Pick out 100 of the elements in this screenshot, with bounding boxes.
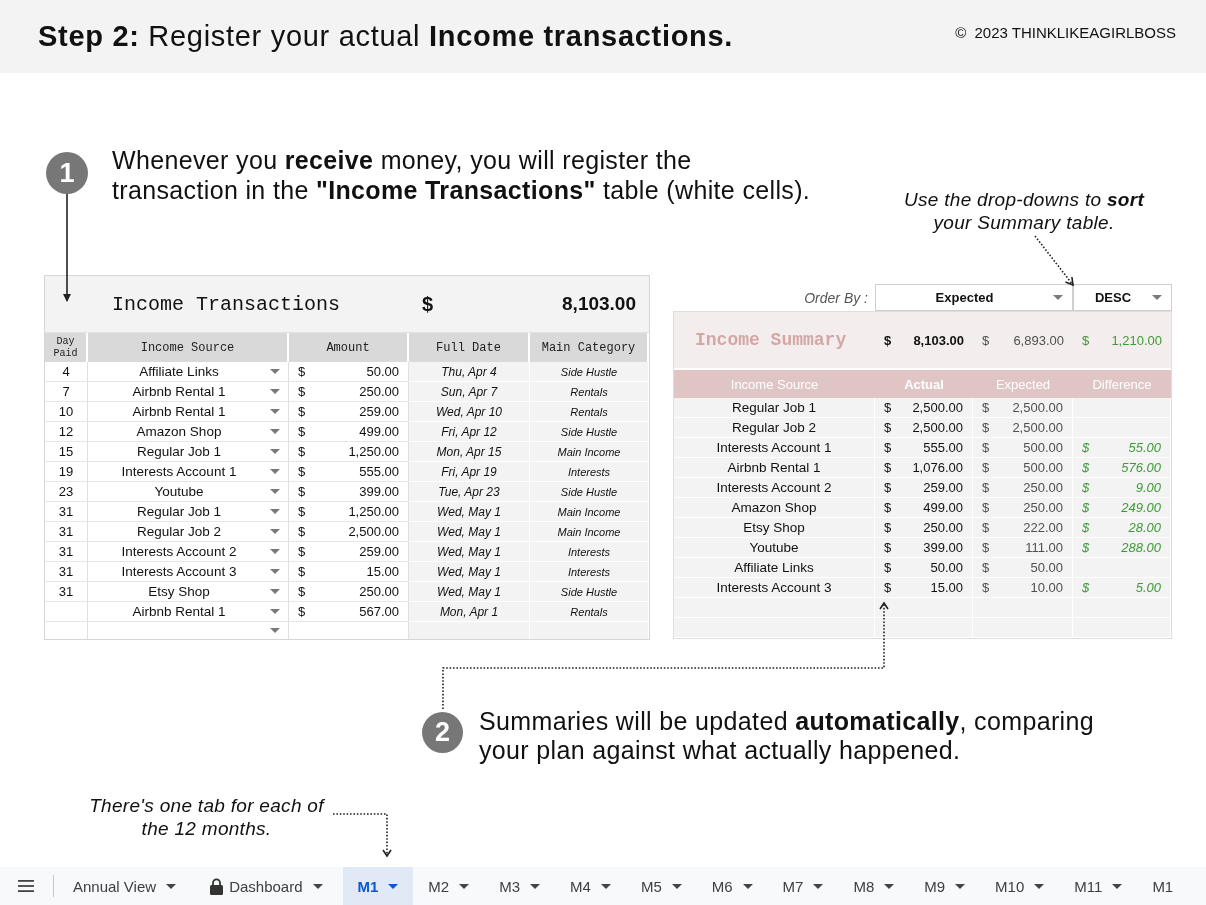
caret-icon[interactable]	[270, 409, 280, 414]
caret-icon[interactable]	[1152, 295, 1162, 300]
table-cell: Tue, Apr 23	[409, 482, 530, 502]
source-dropdown[interactable]: Amazon Shop	[88, 422, 289, 442]
currency-symbol: $	[298, 444, 306, 459]
source-dropdown[interactable]: Etsy Shop	[88, 582, 289, 602]
sheet-tab[interactable]: M1	[1137, 867, 1189, 905]
column-header: Amount	[289, 333, 409, 362]
caret-icon[interactable]	[270, 569, 280, 574]
table-cell: 15	[45, 442, 88, 462]
amount-value: 555.00	[359, 464, 399, 479]
table-cell: Main Income	[530, 442, 649, 462]
sort-order-dropdown[interactable]: DESC	[1073, 284, 1172, 311]
caret-icon[interactable]	[270, 489, 280, 494]
caret-icon[interactable]	[671, 883, 682, 889]
source-dropdown[interactable]: Airbnb Rental 1	[88, 382, 289, 402]
source-dropdown[interactable]: Regular Job 2	[88, 522, 289, 542]
sheet-tab[interactable]: Dashboard	[196, 867, 343, 905]
caret-icon[interactable]	[388, 883, 399, 889]
sheet-tab[interactable]: M2	[413, 867, 485, 905]
table-cell: 4	[45, 362, 88, 382]
sheet-tab[interactable]: Annual View	[60, 867, 197, 905]
sheet-tab[interactable]: M4	[555, 867, 626, 905]
caret-icon[interactable]	[270, 549, 280, 554]
table-cell: Wed, May 1	[409, 582, 530, 602]
currency-symbol: $	[298, 584, 306, 599]
amount-value: 15.00	[930, 580, 963, 595]
caret-icon[interactable]	[1053, 295, 1063, 300]
amount-value: 500.00	[1023, 440, 1063, 455]
caret-icon[interactable]	[270, 529, 280, 534]
caret-icon[interactable]	[1034, 883, 1045, 889]
caret-icon[interactable]	[270, 389, 280, 394]
currency-symbol: $	[298, 564, 306, 579]
currency-symbol: $	[298, 384, 306, 399]
caret-icon[interactable]	[270, 509, 280, 514]
currency-symbol: $	[298, 424, 306, 439]
sort-field-dropdown[interactable]: Expected	[875, 284, 1073, 311]
source-dropdown[interactable]: Interests Account 2	[88, 542, 289, 562]
amount-value: 2,500.00	[1012, 400, 1063, 415]
table-cell: Side Hustle	[530, 482, 649, 502]
caret-icon[interactable]	[270, 589, 280, 594]
source-dropdown[interactable]: Interests Account 3	[88, 562, 289, 582]
sheet-tab[interactable]: M8	[838, 867, 910, 905]
table-cell: Rentals	[530, 382, 649, 402]
caret-icon[interactable]	[742, 883, 753, 889]
page-title: Step 2: Register your actual Income transactions.	[38, 20, 734, 53]
caret-icon[interactable]	[813, 883, 824, 889]
caret-icon[interactable]	[884, 883, 895, 889]
source-dropdown[interactable]: Regular Job 1	[88, 442, 289, 462]
source-dropdown[interactable]: Affiliate Links	[88, 362, 289, 382]
amount-value: 55.00	[1128, 440, 1161, 455]
caret-icon[interactable]	[270, 469, 280, 474]
table-cell: Affiliate Links	[674, 558, 875, 578]
sheet-tab[interactable]: M11	[1059, 867, 1138, 905]
caret-icon[interactable]	[600, 883, 611, 889]
currency-symbol: $	[884, 580, 892, 595]
sheet-tab[interactable]: M10	[980, 867, 1060, 905]
caret-icon[interactable]	[166, 883, 177, 889]
sheet-tab[interactable]: M5	[625, 867, 697, 905]
sheet-tab[interactable]: M1	[342, 867, 414, 905]
caret-icon[interactable]	[1112, 883, 1123, 889]
source-dropdown[interactable]: Regular Job 1	[88, 502, 289, 522]
sheet-tab[interactable]: M7	[767, 867, 839, 905]
currency-symbol: $	[884, 440, 892, 455]
table-cell: Wed, May 1	[409, 542, 530, 562]
caret-icon[interactable]	[270, 628, 280, 633]
caret-icon[interactable]	[530, 883, 541, 889]
sheet-tab[interactable]: M6	[696, 867, 768, 905]
caret-icon[interactable]	[270, 449, 280, 454]
table-cell: Airbnb Rental 1	[674, 458, 875, 478]
amount-value: 576.00	[1121, 460, 1161, 475]
caret-icon[interactable]	[312, 883, 323, 889]
dotted-arrow	[330, 810, 392, 858]
copyright-text: © 2023 THINKLIKEAGIRLBOSS	[955, 24, 1176, 41]
lock-icon	[210, 877, 224, 895]
table-cell: Interests	[530, 562, 649, 582]
caret-icon[interactable]	[270, 429, 280, 434]
menu-icon[interactable]	[18, 880, 34, 892]
caret-icon[interactable]	[955, 883, 966, 889]
table-cell: Side Hustle	[530, 362, 649, 382]
table-cell: Sun, Apr 7	[409, 382, 530, 402]
sheet-tab[interactable]: M3	[484, 867, 556, 905]
caret-icon[interactable]	[270, 369, 280, 374]
sheet-tab[interactable]: M9	[909, 867, 981, 905]
table-cell: 31	[45, 542, 88, 562]
amount-value: 555.00	[923, 440, 963, 455]
table-cell: Side Hustle	[530, 582, 649, 602]
amount-value: 2,500.00	[1012, 420, 1063, 435]
step-number: 1	[46, 152, 88, 194]
amount-value: 250.00	[1023, 480, 1063, 495]
source-dropdown[interactable]: Airbnb Rental 1	[88, 602, 289, 622]
source-dropdown[interactable]: Airbnb Rental 1	[88, 402, 289, 422]
column-header: Difference	[1073, 370, 1171, 398]
source-dropdown[interactable]: Youtube	[88, 482, 289, 502]
caret-icon[interactable]	[270, 609, 280, 614]
column-header: Main Category	[530, 333, 649, 362]
amount-value: 1,250.00	[348, 504, 399, 519]
currency-symbol: $	[884, 560, 892, 575]
caret-icon[interactable]	[459, 883, 470, 889]
source-dropdown[interactable]: Interests Account 1	[88, 462, 289, 482]
